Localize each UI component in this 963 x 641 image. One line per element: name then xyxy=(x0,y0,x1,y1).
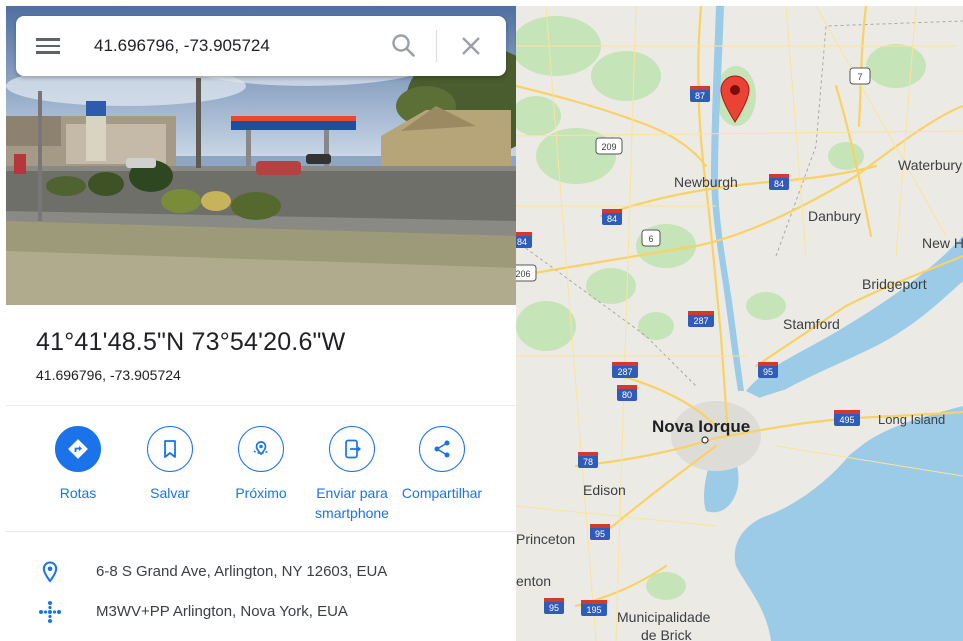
save-label: Salvar xyxy=(150,485,190,501)
nearby-label: Próximo xyxy=(235,485,287,501)
shield-label: 84 xyxy=(774,179,784,189)
route-shield-84: 84 xyxy=(769,174,789,190)
route-shield-84: 84 xyxy=(516,232,532,248)
route-shield-7: 7 xyxy=(849,67,871,85)
route-shield-78: 78 xyxy=(578,452,598,468)
shield-label: 87 xyxy=(695,91,705,101)
shield-label: 95 xyxy=(763,367,773,377)
location-pin-icon xyxy=(38,560,62,584)
shield-label: 84 xyxy=(517,237,527,247)
route-shield-287: 287 xyxy=(612,362,638,378)
shield-label: 78 xyxy=(583,457,593,467)
directions-label: Rotas xyxy=(59,485,97,501)
divider xyxy=(6,531,516,532)
route-shield-87: 87 xyxy=(690,86,710,102)
send-to-phone-icon xyxy=(329,426,375,472)
route-shield-206: 206 xyxy=(516,264,537,282)
label-edison: Edison xyxy=(583,482,626,498)
route-shield-209: 209 xyxy=(595,137,623,155)
shield-label: 84 xyxy=(607,214,617,224)
directions-icon xyxy=(55,426,101,472)
plus-code-text: M3WV+PP Arlington, Nova York, EUA xyxy=(96,603,348,620)
label-trenton: enton xyxy=(516,573,551,589)
route-shield-80: 80 xyxy=(617,385,637,401)
address-row[interactable]: 6-8 S Grand Ave, Arlington, NY 12603, EU… xyxy=(6,554,516,590)
menu-icon[interactable] xyxy=(34,34,62,58)
route-shield-195: 195 xyxy=(581,600,607,616)
search-input[interactable] xyxy=(94,30,384,62)
plus-code-row[interactable]: M3WV+PP Arlington, Nova York, EUA xyxy=(6,594,516,630)
share-icon xyxy=(419,426,465,472)
nearby-button[interactable]: Próximo xyxy=(215,426,307,503)
label-princeton: Princeton xyxy=(516,531,575,547)
route-shield-84: 84 xyxy=(602,209,622,225)
label-newburgh: Newburgh xyxy=(674,174,738,190)
shield-label: 95 xyxy=(595,529,605,539)
route-shield-495: 495 xyxy=(834,410,860,426)
google-maps-app: 41°41'48.5"N 73°54'20.6"W 41.696796, -73… xyxy=(0,0,963,641)
map-canvas[interactable]: 87 7 209 84 84 84 6 206 287 287 95 80 49… xyxy=(516,6,963,641)
route-shield-95: 95 xyxy=(758,362,778,378)
shield-label: 287 xyxy=(617,367,632,377)
share-label: Compartilhar xyxy=(401,485,483,501)
label-municipalidade: Municipalidade xyxy=(617,609,711,625)
shield-label: 195 xyxy=(586,605,601,615)
close-icon[interactable] xyxy=(457,32,485,60)
place-title: 41°41'48.5"N 73°54'20.6"W xyxy=(36,328,346,356)
shield-label: 6 xyxy=(648,234,653,244)
label-nova-iorque: Nova Iorque xyxy=(652,417,750,436)
save-button[interactable]: Salvar xyxy=(124,426,216,503)
place-subtitle: 41.696796, -73.905724 xyxy=(36,367,181,383)
nearby-icon xyxy=(238,426,284,472)
shield-label: 80 xyxy=(622,390,632,400)
label-long-island: Long Island xyxy=(878,412,945,427)
send-to-phone-label: Enviar para smartphone xyxy=(315,485,389,521)
shield-label: 7 xyxy=(857,72,862,82)
shield-label: 95 xyxy=(549,603,559,613)
place-panel: 41°41'48.5"N 73°54'20.6"W 41.696796, -73… xyxy=(6,6,516,641)
route-shield-95: 95 xyxy=(544,598,564,614)
search-icon[interactable] xyxy=(390,32,418,60)
route-shield-95: 95 xyxy=(590,524,610,540)
shield-label: 209 xyxy=(601,142,616,152)
label-bridgeport: Bridgeport xyxy=(862,276,927,292)
send-to-phone-button[interactable]: Enviar para smartphone xyxy=(306,426,398,523)
city-dot xyxy=(701,436,709,444)
label-de-brick: de Brick xyxy=(641,627,693,641)
bookmark-icon xyxy=(147,426,193,472)
route-shield-6: 6 xyxy=(641,229,661,247)
share-button[interactable]: Compartilhar xyxy=(394,426,490,503)
label-danbury: Danbury xyxy=(808,208,861,224)
directions-button[interactable]: Rotas xyxy=(32,426,124,503)
divider xyxy=(6,405,516,406)
label-stamford: Stamford xyxy=(783,316,840,332)
search-divider xyxy=(436,30,437,62)
shield-label: 495 xyxy=(839,415,854,425)
urban-area xyxy=(671,401,761,471)
plus-code-icon xyxy=(38,600,62,624)
shield-label: 206 xyxy=(516,269,531,279)
route-shield-287: 287 xyxy=(688,311,714,327)
label-waterbury: Waterbury xyxy=(898,157,962,173)
label-new-haven: New H xyxy=(922,235,963,251)
address-text: 6-8 S Grand Ave, Arlington, NY 12603, EU… xyxy=(96,563,388,580)
shield-label: 287 xyxy=(693,316,708,326)
search-box xyxy=(16,16,506,76)
